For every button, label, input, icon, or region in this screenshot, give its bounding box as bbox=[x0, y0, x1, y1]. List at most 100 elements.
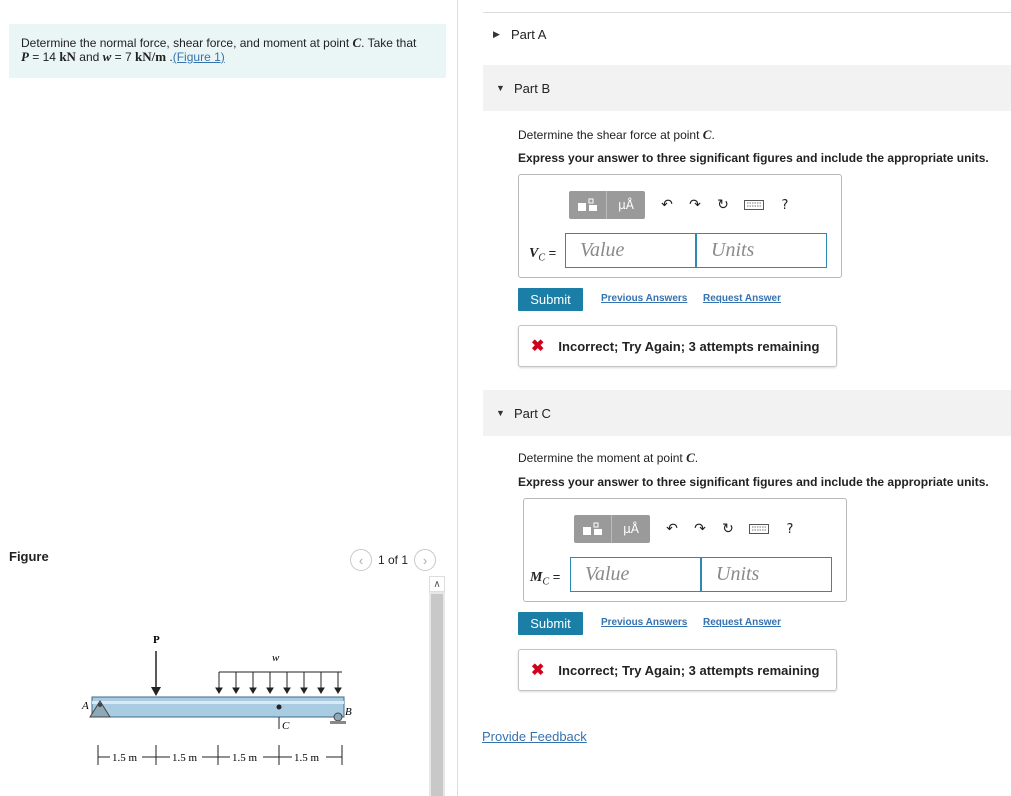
label-c: C bbox=[282, 720, 290, 732]
part-c-question-end: . bbox=[694, 451, 699, 465]
error-x-icon: ✖ bbox=[531, 338, 545, 355]
redo-icon[interactable]: ↷ bbox=[681, 191, 709, 219]
problem-line-2: P = 14 kN and w = 7 kN/m .(Figure 1) bbox=[21, 49, 434, 65]
part-b-question: Determine the shear force at point C. bbox=[518, 127, 715, 143]
beam-diagram: P w A B C 1.5 m 1.5 m 1.5 m 1.5 m bbox=[81, 634, 352, 765]
problem-line-1: Determine the normal force, shear force,… bbox=[21, 35, 434, 51]
part-b-template-group: μÅ bbox=[569, 191, 645, 219]
provide-feedback-link[interactable]: Provide Feedback bbox=[482, 729, 587, 744]
distributed-load-arrows bbox=[215, 672, 342, 694]
part-c-header[interactable]: ▼ Part C bbox=[483, 390, 1011, 436]
p-variable: P bbox=[21, 49, 29, 64]
problem-statement: Determine the normal force, shear force,… bbox=[9, 24, 446, 78]
p-value: = 14 bbox=[28, 50, 60, 64]
part-c-template-group: μÅ bbox=[574, 515, 650, 543]
vc-sub: C bbox=[538, 252, 546, 264]
mc-label: MC = bbox=[530, 569, 560, 588]
scroll-thumb[interactable] bbox=[431, 594, 443, 796]
part-b-value-input[interactable]: Value bbox=[565, 233, 696, 268]
vc-label: VC = bbox=[529, 245, 556, 264]
part-c-submit-button[interactable]: Submit bbox=[518, 612, 583, 635]
figure-label: Figure bbox=[9, 549, 49, 564]
part-b-instruction: Express your answer to three significant… bbox=[518, 151, 989, 165]
caret-down-icon: ▼ bbox=[496, 83, 505, 93]
part-b-previous-answers-link[interactable]: Previous Answers bbox=[601, 293, 687, 304]
ground-b bbox=[330, 721, 346, 724]
part-b-submit-button[interactable]: Submit bbox=[518, 288, 583, 311]
point-c-label: C bbox=[352, 35, 362, 50]
units-mu-icon[interactable]: μÅ bbox=[607, 191, 645, 219]
part-c-point: C bbox=[686, 450, 695, 465]
caret-down-icon: ▼ bbox=[496, 408, 505, 418]
error-x-icon: ✖ bbox=[531, 662, 545, 679]
undo-icon[interactable]: ↶ bbox=[658, 515, 686, 543]
label-a: A bbox=[81, 700, 89, 712]
part-c-units-input[interactable]: Units bbox=[701, 557, 832, 592]
pin-a-center bbox=[98, 703, 102, 707]
dimension-4: 1.5 m bbox=[294, 752, 320, 764]
beam bbox=[91, 696, 345, 718]
p-arrowhead bbox=[151, 687, 161, 696]
and-text: and bbox=[75, 50, 103, 64]
part-b-header[interactable]: ▼ Part B bbox=[483, 65, 1011, 111]
part-c-previous-answers-link[interactable]: Previous Answers bbox=[601, 617, 687, 628]
pager-text: 1 of 1 bbox=[378, 553, 409, 567]
part-b-label: Part B bbox=[514, 80, 551, 96]
part-c-request-answer-link[interactable]: Request Answer bbox=[703, 617, 781, 628]
figure-scrollbar[interactable]: ∧ bbox=[429, 576, 445, 796]
problem-text: Determine the normal force, shear force,… bbox=[21, 36, 353, 50]
beam-highlight bbox=[92, 701, 344, 704]
redo-icon[interactable]: ↷ bbox=[686, 515, 714, 543]
dimension-3: 1.5 m bbox=[232, 752, 258, 764]
reset-icon[interactable]: ↻ bbox=[709, 191, 737, 219]
keyboard-icon[interactable] bbox=[737, 191, 771, 219]
units-mu-icon[interactable]: μÅ bbox=[612, 515, 650, 543]
part-c-toolbar: μÅ ↶ ↷ ↻ ? bbox=[574, 515, 804, 543]
dimension-2: 1.5 m bbox=[172, 752, 198, 764]
p-load-label: P bbox=[153, 634, 160, 646]
part-a-header[interactable]: ▶ Part A bbox=[483, 24, 1011, 44]
part-c-feedback: ✖ Incorrect; Try Again; 3 attempts remai… bbox=[518, 649, 837, 691]
scroll-up-icon[interactable]: ∧ bbox=[429, 576, 445, 592]
part-c-question: Determine the moment at point C. bbox=[518, 450, 698, 466]
period: . bbox=[166, 50, 173, 64]
part-b-feedback-text: Incorrect; Try Again; 3 attempts remaini… bbox=[558, 338, 820, 354]
caret-right-icon: ▶ bbox=[493, 28, 500, 39]
chevron-right-icon[interactable]: › bbox=[414, 549, 437, 571]
figure-link[interactable]: (Figure 1) bbox=[173, 50, 225, 64]
part-c-feedback-text: Incorrect; Try Again; 3 attempts remaini… bbox=[558, 662, 820, 678]
undo-icon[interactable]: ↶ bbox=[653, 191, 681, 219]
top-rule bbox=[483, 12, 1011, 13]
part-c-value-input[interactable]: Value bbox=[570, 557, 701, 592]
part-a-label: Part A bbox=[511, 26, 547, 42]
p-unit: kN bbox=[59, 49, 76, 64]
panel-divider bbox=[457, 0, 458, 796]
roller-support-b bbox=[333, 712, 343, 722]
chevron-left-icon[interactable]: ‹ bbox=[350, 549, 372, 571]
w-variable: w bbox=[102, 49, 112, 64]
dimension-1: 1.5 m bbox=[112, 752, 138, 764]
part-b-answer-box: μÅ ↶ ↷ ↻ ? VC = Value Units bbox=[518, 174, 842, 278]
templates-icon[interactable] bbox=[574, 515, 612, 543]
part-c-label: Part C bbox=[514, 405, 551, 421]
label-b: B bbox=[345, 706, 352, 718]
part-b-question-end: . bbox=[711, 128, 715, 142]
part-c-answer-box: μÅ ↶ ↷ ↻ ? MC = Value Units bbox=[523, 498, 847, 602]
help-icon[interactable]: ? bbox=[771, 191, 799, 219]
keyboard-icon[interactable] bbox=[742, 515, 776, 543]
help-icon[interactable]: ? bbox=[776, 515, 804, 543]
part-c-question-text: Determine the moment at point bbox=[518, 451, 687, 465]
w-unit: kN/m bbox=[135, 49, 167, 64]
vc-eq: = bbox=[545, 245, 557, 260]
part-b-request-answer-link[interactable]: Request Answer bbox=[703, 293, 781, 304]
w-value: = 7 bbox=[111, 50, 135, 64]
part-b-toolbar: μÅ ↶ ↷ ↻ ? bbox=[569, 191, 799, 219]
reset-icon[interactable]: ↻ bbox=[714, 515, 742, 543]
part-b-question-text: Determine the shear force at point bbox=[518, 128, 703, 142]
part-b-units-input[interactable]: Units bbox=[696, 233, 827, 268]
w-load-label: w bbox=[272, 652, 280, 664]
part-c-instruction: Express your answer to three significant… bbox=[518, 475, 989, 489]
templates-icon[interactable] bbox=[569, 191, 607, 219]
problem-text-end: . Take that bbox=[361, 36, 417, 50]
part-b-feedback: ✖ Incorrect; Try Again; 3 attempts remai… bbox=[518, 325, 837, 367]
